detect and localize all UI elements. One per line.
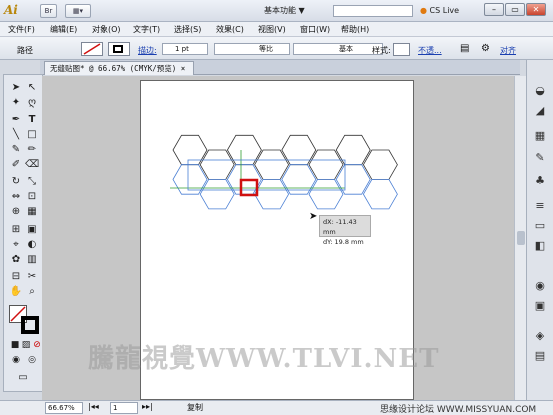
symbols-panel-icon[interactable]: ♣	[533, 175, 547, 187]
status-bar: 66.67% |◂◂ 1 ▸▸| 复制 思缘设计论坛 WWW.MISSYUAN.…	[0, 400, 553, 415]
transparency-panel-icon[interactable]: ◧	[533, 240, 547, 252]
gradient-panel-icon[interactable]: ▭	[533, 220, 547, 232]
next-page-icon[interactable]: ▸▸|	[142, 402, 153, 411]
hexagon-original[interactable]	[362, 149, 398, 180]
zoom-select[interactable]: 66.67%	[45, 402, 83, 414]
color-guide-panel-icon[interactable]: ◢	[533, 105, 547, 117]
appearance-panel-icon[interactable]: ◉	[533, 280, 547, 292]
tooltip-dy: dY: 19.8 mm	[323, 238, 364, 246]
tooltip-dx: dX: -11.43 mm	[323, 218, 357, 236]
hexagon-copy[interactable]	[362, 178, 398, 210]
stroke-panel-icon[interactable]: ≡	[533, 200, 547, 212]
page-select[interactable]: 1	[110, 402, 138, 414]
artboards-panel-icon[interactable]: ▤	[533, 350, 547, 362]
hexagon-original[interactable]	[199, 149, 235, 180]
hexagon-original[interactable]	[308, 149, 344, 180]
right-panel-dock: ◒ ◢ ▦ ✎ ♣ ≡ ▭ ◧ ◉ ▣ ◈ ▤	[526, 60, 553, 400]
site-credit: 思缘设计论坛 WWW.MISSYUAN.COM	[380, 405, 537, 415]
cursor-icon: ➤	[309, 211, 318, 222]
vertical-scrollbar[interactable]	[514, 76, 526, 400]
move-tooltip: dX: -11.43 mm dY: 19.8 mm	[319, 215, 371, 246]
first-page-icon[interactable]: |◂◂	[88, 402, 99, 411]
layers-panel-icon[interactable]: ◈	[533, 330, 547, 342]
swatches-panel-icon[interactable]: ▦	[533, 130, 547, 142]
hexagon-copy[interactable]	[254, 178, 290, 210]
watermark: 騰龍視覺WWW.TLVI.NET	[88, 344, 440, 374]
hexagon-copy[interactable]	[199, 178, 235, 210]
scroll-thumb[interactable]	[517, 231, 525, 245]
highlighted-anchor-box	[239, 178, 259, 197]
color-panel-icon[interactable]: ◒	[533, 85, 547, 97]
hexagon-original[interactable]	[254, 149, 290, 180]
selection-bounding-box[interactable]	[187, 159, 346, 191]
hexagon-copy[interactable]	[308, 178, 344, 210]
status-mode[interactable]: 复制	[187, 402, 203, 413]
brushes-panel-icon[interactable]: ✎	[533, 152, 547, 164]
graphic-styles-panel-icon[interactable]: ▣	[533, 300, 547, 312]
